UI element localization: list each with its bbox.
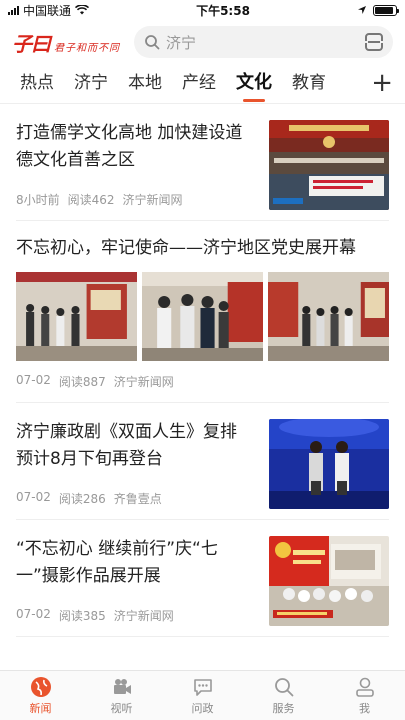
chat-bubble-icon	[193, 678, 212, 696]
news-time: 07-02	[16, 607, 51, 621]
news-meta: 07-02 阅读286 齐鲁壹点	[16, 490, 259, 507]
tab-culture[interactable]: 文化	[226, 64, 282, 104]
battery-icon	[373, 4, 399, 16]
carrier-label: 中国联通	[23, 3, 72, 18]
news-title: “不忘初心 继续前行”庆“七一”摄影作品展开展	[16, 539, 218, 586]
app-header: 子曰 君子和而不同 济宁	[0, 20, 405, 64]
search-icon	[274, 677, 293, 696]
news-title: 不忘初心，牢记使命——济宁地区党史展开幕	[16, 238, 356, 258]
news-time: 07-02	[16, 373, 51, 387]
news-reads: 阅读462	[67, 193, 115, 207]
bottom-tab-label: 问政	[191, 701, 214, 715]
signal-icon	[8, 5, 19, 15]
news-source: 济宁新闻网	[113, 375, 174, 389]
news-title: 济宁廉政剧《双面人生》复排 预计8月下旬再登台	[16, 422, 237, 469]
news-item[interactable]: 不忘初心，牢记使命——济宁地区党史展开幕 07-02 阅读887 济宁新闻网	[16, 221, 389, 403]
category-tabs: 热点 济宁 本地 产经 文化 教育 +	[0, 64, 405, 104]
logo-mark: 子曰	[12, 31, 51, 56]
logo-slogan: 君子和而不同	[54, 42, 120, 54]
scan-icon[interactable]	[364, 33, 384, 51]
news-thumbnail	[16, 272, 137, 361]
news-thumbnail	[268, 272, 389, 361]
news-reads: 阅读887	[58, 375, 106, 389]
globe-icon	[30, 676, 51, 697]
bottom-tab-video[interactable]: 视听	[81, 671, 162, 720]
video-camera-icon	[113, 678, 131, 694]
news-thumbnail	[269, 120, 389, 210]
news-source: 齐鲁壹点	[113, 492, 162, 506]
bottom-tab-inquiry[interactable]: 问政	[162, 671, 243, 720]
tab-education[interactable]: 教育	[282, 64, 336, 104]
tab-jining[interactable]: 济宁	[64, 64, 118, 104]
tab-hot[interactable]: 热点	[10, 64, 64, 104]
news-source: 济宁新闻网	[113, 609, 174, 623]
add-tab-button[interactable]: +	[371, 68, 393, 98]
news-item[interactable]: “不忘初心 继续前行”庆“七一”摄影作品展开展 07-02 阅读385 济宁新闻…	[16, 520, 389, 637]
user-icon	[355, 677, 374, 697]
location-arrow-icon	[358, 6, 366, 14]
bottom-tab-label: 视听	[110, 701, 133, 715]
bottom-tab-news[interactable]: 新闻	[0, 671, 81, 720]
news-item[interactable]: 济宁廉政剧《双面人生》复排 预计8月下旬再登台 07-02 阅读286 齐鲁壹点	[16, 403, 389, 520]
search-value: 济宁	[166, 33, 197, 52]
news-time: 8小时前	[16, 193, 60, 207]
bottom-tab-label: 新闻	[29, 701, 52, 715]
news-thumbnail	[269, 419, 389, 509]
app-logo: 子曰 君子和而不同	[12, 28, 120, 57]
bottom-tab-me[interactable]: 我	[324, 671, 405, 720]
news-title: 打造儒学文化高地 加快建设道德文化首善之区	[16, 123, 243, 170]
tab-economy[interactable]: 产经	[172, 64, 226, 104]
wifi-icon	[75, 5, 90, 15]
news-meta: 8小时前 阅读462 济宁新闻网	[16, 191, 259, 208]
news-reads: 阅读385	[58, 609, 106, 623]
news-time: 07-02	[16, 490, 51, 504]
status-time: 下午5:58	[196, 3, 250, 18]
bottom-tab-bar: 新闻 视听 问政 服务 我	[0, 670, 405, 720]
news-thumbnail	[142, 272, 263, 361]
news-item[interactable]: 打造儒学文化高地 加快建设道德文化首善之区 8小时前 阅读462 济宁新闻网	[16, 104, 389, 221]
status-bar: 中国联通 下午5:58	[0, 0, 405, 20]
bottom-tab-label: 我	[359, 701, 370, 715]
search-icon	[145, 35, 160, 50]
news-meta: 07-02 阅读385 济宁新闻网	[16, 607, 259, 624]
news-thumbnail	[269, 536, 389, 626]
bottom-tab-label: 服务	[272, 701, 295, 715]
news-feed: 打造儒学文化高地 加快建设道德文化首善之区 8小时前 阅读462 济宁新闻网 不…	[0, 104, 405, 637]
bottom-tab-service[interactable]: 服务	[243, 671, 324, 720]
news-meta: 07-02 阅读887 济宁新闻网	[16, 373, 389, 390]
search-input[interactable]: 济宁	[134, 26, 393, 58]
news-reads: 阅读286	[58, 492, 106, 506]
news-source: 济宁新闻网	[122, 193, 183, 207]
tab-local[interactable]: 本地	[118, 64, 172, 104]
